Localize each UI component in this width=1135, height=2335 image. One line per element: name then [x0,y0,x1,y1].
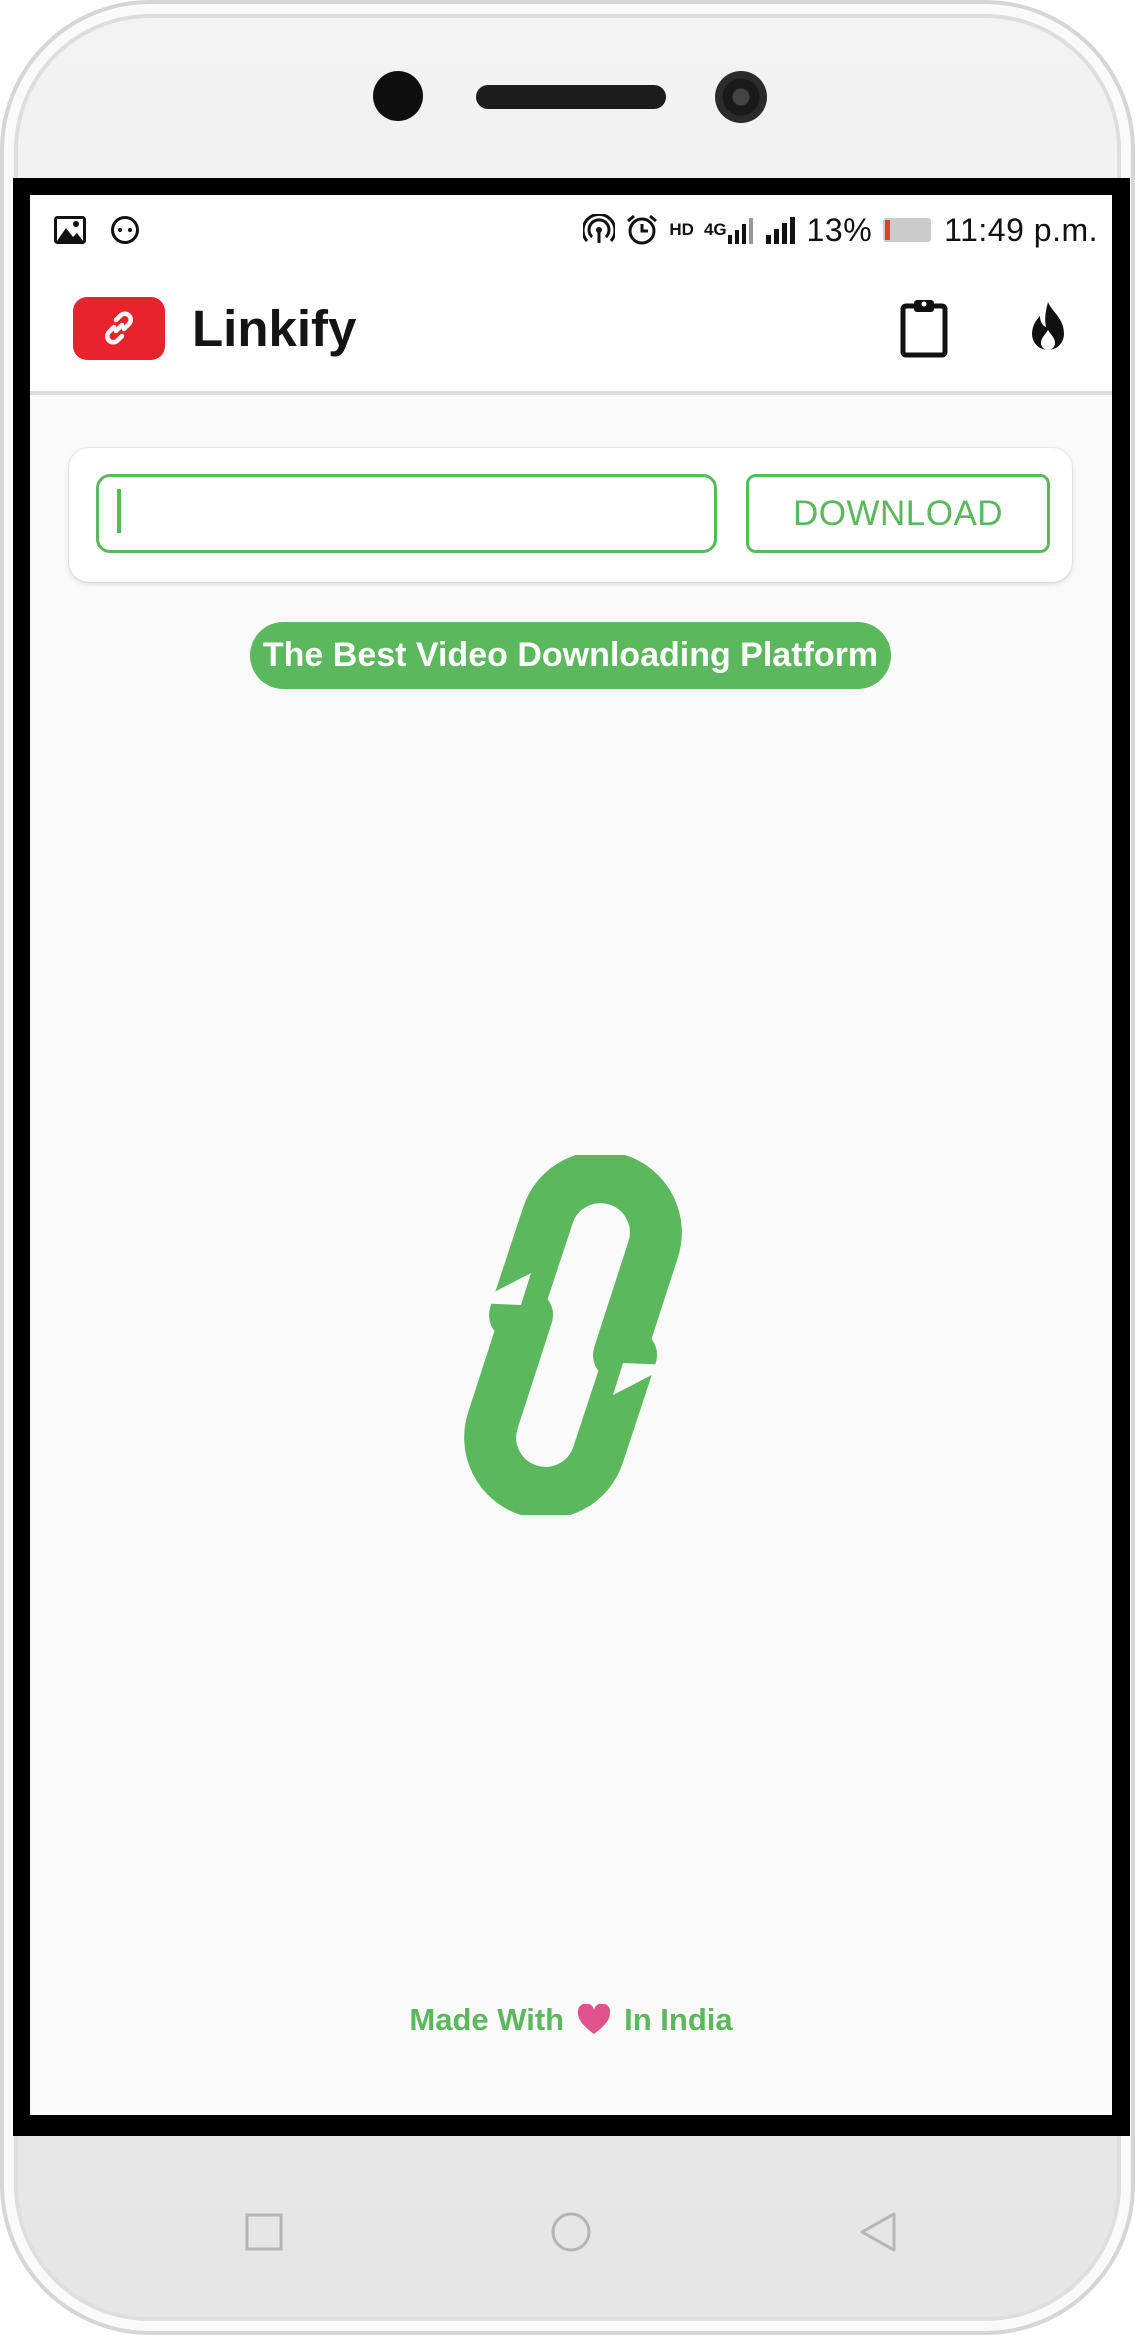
battery-icon [882,216,934,244]
clipboard-icon [900,300,948,358]
app-bar: Linkify [30,265,1112,395]
front-camera [715,71,767,123]
messenger-icon [110,215,140,245]
signal-4g-icon: 4G [704,215,755,245]
app-title: Linkify [192,299,357,357]
chain-link-icon [464,1155,682,1515]
home-key[interactable] [549,2210,593,2254]
alarm-icon [625,213,659,247]
app-logo [73,296,165,360]
footer-suffix: In India [624,2002,733,2037]
url-input[interactable] [96,474,717,553]
trending-button[interactable] [1008,288,1088,368]
tagline-badge: The Best Video Downloading Platform [250,622,891,689]
battery-percent: 13% [806,211,873,248]
hd-voice-icon: HD [669,220,694,239]
screen: HD 4G 13% 11:49 p.m. Linkify DOWNLOAD Th… [30,195,1112,2115]
signal-icon [765,215,797,245]
front-sensor [373,71,423,121]
fire-icon [1032,302,1064,350]
heart-icon [576,2004,612,2036]
earpiece-speaker [476,85,666,109]
footer-credit: Made With In India [30,1995,1112,2045]
recents-key[interactable] [242,2210,286,2254]
network-type-label: 4G [703,220,727,239]
square-icon [245,2213,283,2251]
paste-clipboard-button[interactable] [884,288,964,368]
url-card: DOWNLOAD [69,448,1072,582]
clock: 11:49 p.m. [944,211,1098,248]
circle-icon [551,2212,591,2252]
back-triangle-icon [860,2212,896,2252]
text-caret [117,489,121,533]
footer-prefix: Made With [409,2002,565,2037]
navigation-bar [4,2184,1131,2284]
status-bar: HD 4G 13% 11:49 p.m. [30,195,1112,265]
gallery-icon [54,216,86,244]
back-key[interactable] [856,2210,900,2254]
download-button[interactable]: DOWNLOAD [746,474,1050,553]
hotspot-icon [583,214,616,246]
phone-frame: HD 4G 13% 11:49 p.m. Linkify DOWNLOAD Th… [0,0,1135,2335]
link-icon [105,311,133,345]
